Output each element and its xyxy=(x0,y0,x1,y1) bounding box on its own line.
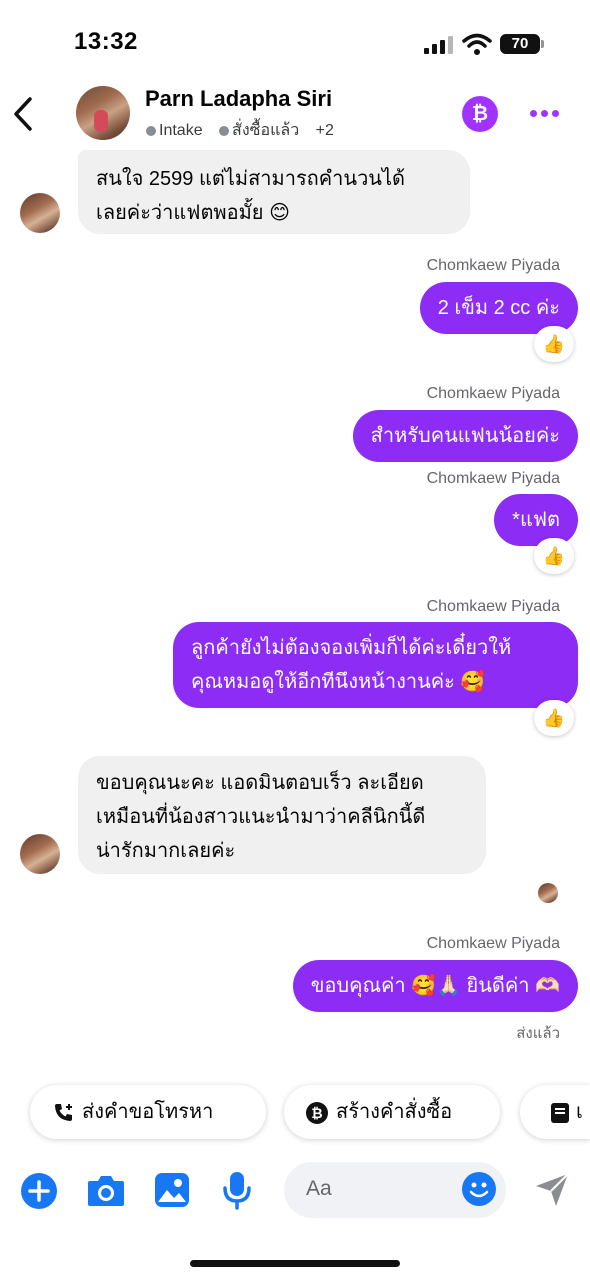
gallery-icon[interactable] xyxy=(154,1172,190,1208)
thumbs-up-reaction-icon[interactable]: 👍 xyxy=(534,700,574,736)
camera-icon[interactable] xyxy=(86,1172,126,1208)
sender-avatar[interactable] xyxy=(20,834,60,874)
tag-ordered: สั่งซื้อแล้ว xyxy=(232,122,300,139)
battery-indicator: 70 xyxy=(500,34,540,54)
contact-name[interactable]: Parn Ladapha Siri xyxy=(145,86,332,112)
tag-dot-icon xyxy=(146,125,156,136)
tag-dot-icon xyxy=(219,125,230,136)
message-line: สนใจ 2599 แต่ไม่สามารถคำนวนได้ xyxy=(96,168,406,190)
seen-avatar xyxy=(538,883,558,903)
more-options-icon[interactable] xyxy=(530,110,560,120)
status-time: 13:32 xyxy=(74,28,138,55)
outgoing-message[interactable]: *แฟต xyxy=(494,494,578,546)
send-icon[interactable] xyxy=(534,1172,570,1208)
bitcoin-icon: ₿ xyxy=(306,1101,328,1124)
emoji-icon[interactable] xyxy=(462,1172,496,1206)
message-input[interactable] xyxy=(304,1176,448,1202)
chip-label: ส่งคำขอโทรหา xyxy=(82,1101,214,1123)
note-icon xyxy=(551,1102,569,1123)
outgoing-message[interactable]: ขอบคุณค่า 🥰🙏🏻 ยินดีค่า 🫶🏻 xyxy=(292,960,578,1012)
home-indicator xyxy=(190,1260,400,1267)
message-line: ขอบคุณนะคะ แอดมินตอบเร็ว ละเอียด xyxy=(96,772,424,794)
battery-cap xyxy=(541,40,544,48)
bitcoin-icon[interactable]: ₿ xyxy=(462,96,498,132)
message-line: ลูกค้ายังไม่ต้องจองเพิ่มก็ได้ค่ะเดี๋ยวให… xyxy=(191,637,512,659)
wifi-icon xyxy=(462,33,492,55)
incoming-message[interactable]: ขอบคุณนะคะ แอดมินตอบเร็ว ละเอียด เหมือนท… xyxy=(78,756,486,874)
outgoing-message[interactable]: ลูกค้ายังไม่ต้องจองเพิ่มก็ได้ค่ะเดี๋ยวให… xyxy=(173,622,578,708)
request-call-button[interactable]: ส่งคำขอโทรหา xyxy=(30,1085,266,1139)
chip-label: เ xyxy=(576,1101,583,1123)
more-tags-count: +2 xyxy=(315,122,334,139)
contact-tags[interactable]: Intake สั่งซื้อแล้ว +2 xyxy=(146,118,334,143)
add-icon[interactable] xyxy=(20,1172,58,1210)
contact-avatar[interactable] xyxy=(76,86,130,140)
smiley-face-icon xyxy=(469,1182,489,1198)
back-arrow-icon[interactable] xyxy=(12,96,34,132)
quick-action-chip[interactable]: เ xyxy=(520,1085,590,1139)
sender-avatar[interactable] xyxy=(20,193,60,233)
sender-name: Chomkaew Piyada xyxy=(426,470,560,487)
phone-add-icon xyxy=(55,1103,72,1121)
delivery-status: ส่งแล้ว xyxy=(516,1025,560,1042)
outgoing-message[interactable]: สำหรับคนแฟนน้อยค่ะ xyxy=(352,410,578,462)
message-line: คุณหมอดูให้อีกทีนึงหน้างานค่ะ 🥰 xyxy=(191,671,486,693)
message-line: น่ารักมากเลยค่ะ xyxy=(96,840,236,862)
sender-name: Chomkaew Piyada xyxy=(426,935,560,952)
sender-name: Chomkaew Piyada xyxy=(426,598,560,615)
message-line: เลยค่ะว่าแฟตพอมั้ย 😊 xyxy=(96,202,290,224)
sender-name: Chomkaew Piyada xyxy=(426,257,560,274)
thumbs-up-reaction-icon[interactable]: 👍 xyxy=(534,326,574,362)
tag-intake: Intake xyxy=(159,122,203,139)
microphone-icon[interactable] xyxy=(222,1170,252,1210)
create-order-button[interactable]: ₿ สร้างคำสั่งซื้อ xyxy=(284,1085,500,1139)
cellular-signal-icon xyxy=(424,36,454,54)
incoming-message[interactable]: สนใจ 2599 แต่ไม่สามารถคำนวนได้ เลยค่ะว่า… xyxy=(78,150,470,234)
thumbs-up-reaction-icon[interactable]: 👍 xyxy=(534,538,574,574)
sender-name: Chomkaew Piyada xyxy=(426,385,560,402)
chip-label: สร้างคำสั่งซื้อ xyxy=(336,1101,453,1123)
message-line: เหมือนที่น้องสาวแนะนำมาว่าคลีนิกนี้ดี xyxy=(96,806,426,828)
